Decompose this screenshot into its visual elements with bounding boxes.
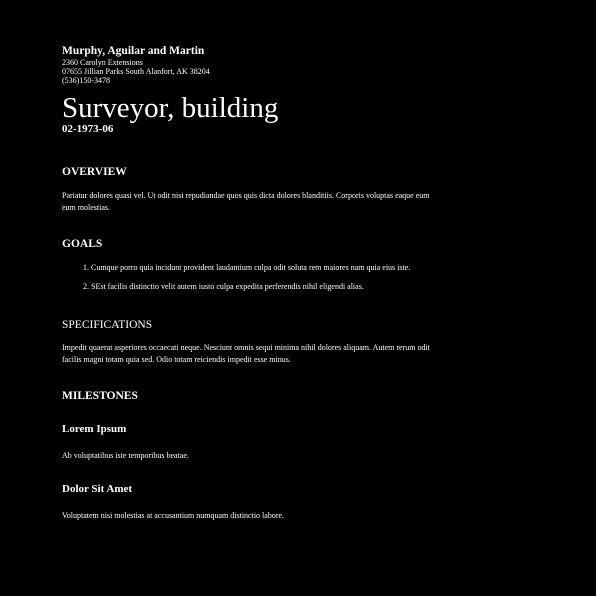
milestone-title: Lorem Ipsum xyxy=(62,423,127,435)
goal-item: Cumque porro quia incidunt provident lau… xyxy=(91,263,442,273)
specifications-heading: SPECIFICATIONS xyxy=(62,319,153,331)
goal-item: SEst facilis distinctio velit autem iust… xyxy=(91,282,442,292)
milestone-title: Dolor Sit Amet xyxy=(62,483,133,495)
company-address-line1: 2360 Carolyn Extensions xyxy=(62,58,143,67)
company-name: Murphy, Aguilar and Martin xyxy=(62,45,205,57)
milestone-text: Voluptatem nisi molestias at accusantium… xyxy=(62,511,285,520)
milestones-heading: MILESTONES xyxy=(62,390,138,402)
company-phone: (536)150-3478 xyxy=(62,76,110,85)
goals-heading: GOALS xyxy=(62,238,103,250)
company-address-line2: 07655 Jillian Parks South Alanfort, AK 3… xyxy=(62,67,210,76)
specifications-text: Impedit quaerat asperiores occaecati neq… xyxy=(62,343,430,364)
document-code: 02-1973-06 xyxy=(62,123,114,135)
company-block: Murphy, Aguilar and Martin 2360 Carolyn … xyxy=(62,45,442,85)
overview-text: Pariatur dolores quasi vel. Ut odit nisi… xyxy=(62,191,430,212)
overview-heading: OVERVIEW xyxy=(62,166,127,178)
document-title: Surveyor, building xyxy=(62,92,279,124)
goals-list: Cumque porro quia incidunt provident lau… xyxy=(62,263,442,292)
document-page: Murphy, Aguilar and Martin 2360 Carolyn … xyxy=(62,45,442,522)
milestone-text: Ab voluptatibus iste temporibus beatae. xyxy=(62,451,189,460)
